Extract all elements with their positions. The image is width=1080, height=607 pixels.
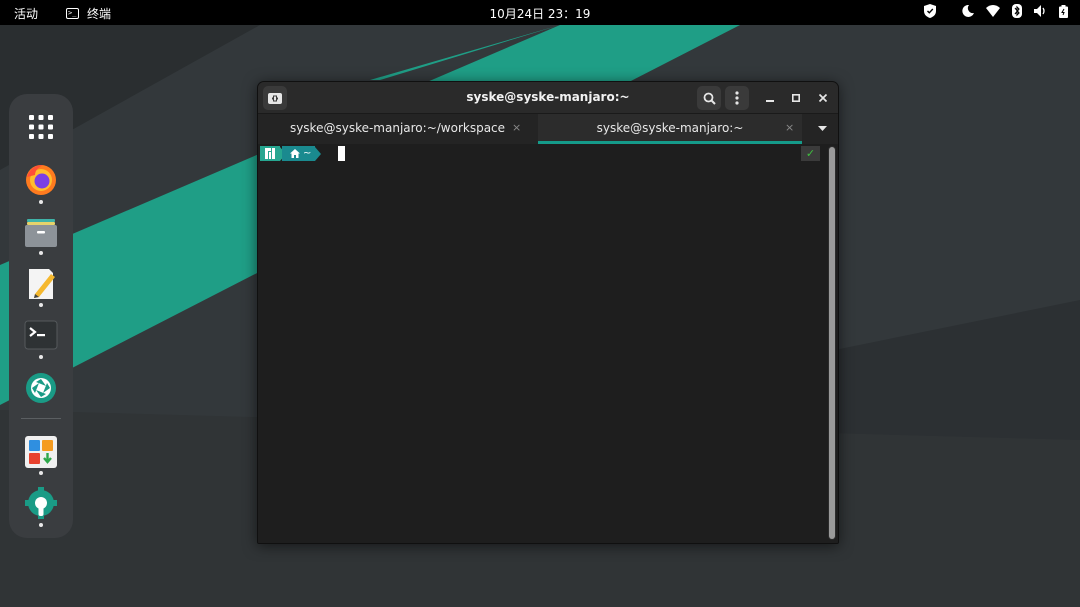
volume-icon[interactable] <box>1034 5 1047 17</box>
app-menu[interactable]: >_ 终端 <box>66 5 111 22</box>
activities-button[interactable]: 活动 <box>14 5 38 22</box>
terminal-headerbar[interactable]: syske@syske-manjaro:~ <box>258 82 838 114</box>
maximize-icon <box>792 94 800 102</box>
settings-icon[interactable] <box>21 484 61 524</box>
minimize-icon <box>766 100 774 102</box>
search-button[interactable] <box>697 86 721 110</box>
kebab-menu-icon <box>735 91 739 105</box>
software-store-icon[interactable] <box>21 432 61 472</box>
status-ok-indicator: ✓ <box>801 146 820 161</box>
aperture-icon[interactable] <box>21 368 61 408</box>
firefox-icon[interactable] <box>21 159 61 199</box>
prompt-dir-label: ~ <box>303 148 312 159</box>
tab-bar: syske@syske-manjaro:~/workspace × syske@… <box>258 114 838 144</box>
files-icon[interactable] <box>21 212 61 252</box>
close-icon <box>819 94 827 102</box>
terminal-body[interactable]: ~ ✓ <box>258 144 838 543</box>
dock-separator <box>21 418 61 419</box>
search-icon <box>703 92 716 105</box>
new-tab-button[interactable] <box>263 86 287 110</box>
scrollbar-thumb[interactable] <box>829 147 835 539</box>
app-menu-label: 终端 <box>87 7 112 21</box>
dock <box>9 94 73 538</box>
firefox-running-indicator <box>39 200 43 204</box>
terminal-icon[interactable] <box>21 316 61 356</box>
files-running-indicator <box>39 251 43 255</box>
tab-home[interactable]: syske@syske-manjaro:~ × <box>538 114 802 144</box>
shell-prompt: ~ <box>260 146 322 161</box>
battery-icon[interactable] <box>1059 4 1068 18</box>
prompt-directory: ~ <box>282 146 316 161</box>
maximize-button[interactable] <box>786 88 806 108</box>
system-tray[interactable] <box>924 4 1068 18</box>
text-editor-icon[interactable] <box>21 264 61 304</box>
terminal-app-icon: >_ <box>66 8 79 19</box>
night-light-icon[interactable] <box>962 5 974 17</box>
menu-button[interactable] <box>725 86 749 110</box>
tab-label: syske@syske-manjaro:~/workspace <box>289 121 506 135</box>
tab-workspace[interactable]: syske@syske-manjaro:~/workspace × <box>258 114 537 144</box>
top-bar: 活动 >_ 终端 10月24日 23：19 <box>0 0 1080 25</box>
text-cursor <box>338 146 345 161</box>
minimize-button[interactable] <box>760 88 780 108</box>
tab-label: syske@syske-manjaro:~ <box>596 121 744 135</box>
settings-running-indicator <box>39 523 43 527</box>
tab-close-button[interactable]: × <box>785 121 794 134</box>
tab-list-dropdown[interactable] <box>818 125 827 135</box>
app-grid-icon[interactable] <box>21 107 61 147</box>
terminal-running-indicator <box>39 355 43 359</box>
shield-icon[interactable] <box>924 4 936 18</box>
wifi-icon[interactable] <box>986 5 1000 17</box>
prompt-separator <box>315 146 322 161</box>
close-button[interactable] <box>813 88 833 108</box>
chevron-down-icon <box>818 126 827 131</box>
scrollbar[interactable] <box>828 146 836 540</box>
tab-close-button[interactable]: × <box>512 121 521 134</box>
editor-running-indicator <box>39 303 43 307</box>
store-running-indicator <box>39 471 43 475</box>
new-tab-icon <box>268 93 282 104</box>
clock[interactable]: 10月24日 23：19 <box>490 7 591 21</box>
terminal-window[interactable]: syske@syske-manjaro:~ syske@syske-manjar… <box>257 81 839 544</box>
manjaro-logo-icon <box>260 146 280 161</box>
bluetooth-icon[interactable] <box>1012 4 1022 18</box>
window-title: syske@syske-manjaro:~ <box>466 90 630 104</box>
home-icon <box>290 149 300 158</box>
